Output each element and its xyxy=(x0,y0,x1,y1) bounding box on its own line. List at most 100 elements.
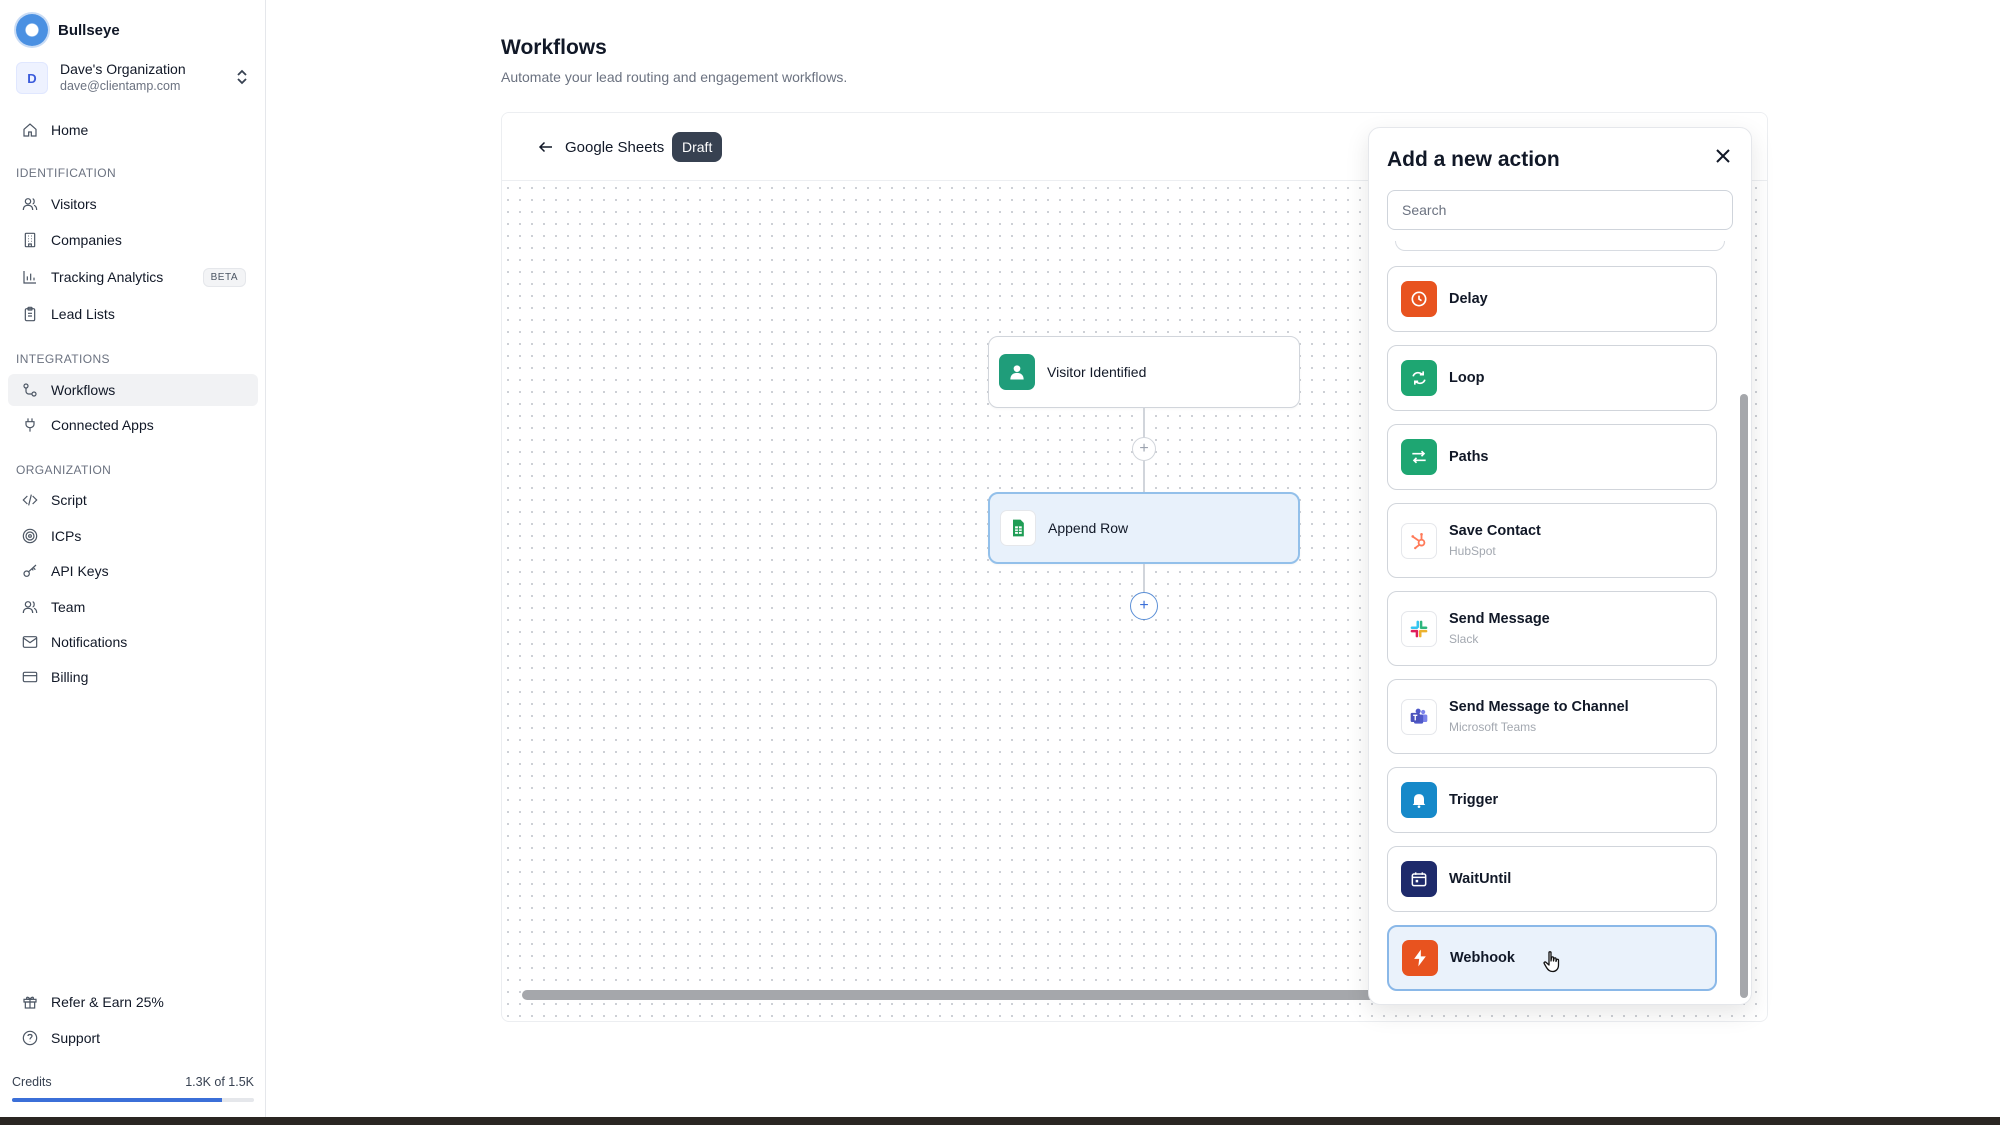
page-title: Workflows xyxy=(501,36,607,59)
users-icon xyxy=(21,195,39,213)
sidebar-item-label: Refer & Earn 25% xyxy=(51,994,164,1010)
sidebar-item-label: Workflows xyxy=(51,382,116,398)
brand-name: Bullseye xyxy=(58,21,120,39)
credits-progress-fill xyxy=(12,1098,222,1102)
sidebar-item-label: Lead Lists xyxy=(51,306,115,322)
gift-icon xyxy=(21,993,39,1011)
sidebar-item-label: Tracking Analytics xyxy=(51,269,164,285)
clock-icon xyxy=(1401,281,1437,317)
add-step-button-active[interactable]: + xyxy=(1130,592,1158,620)
action-item-waituntil[interactable]: WaitUntil xyxy=(1387,846,1717,912)
team-icon xyxy=(21,598,39,616)
help-circle-icon xyxy=(21,1029,39,1047)
sidebar: Bullseye D Dave's Organization dave@clie… xyxy=(0,0,266,1117)
action-item-trigger[interactable]: Trigger xyxy=(1387,767,1717,833)
calendar-icon xyxy=(1401,861,1437,897)
sidebar-item-team[interactable]: Team xyxy=(8,591,258,623)
sidebar-item-label: Team xyxy=(51,599,86,615)
sidebar-item-label: Companies xyxy=(51,232,122,248)
node-label: Visitor Identified xyxy=(1047,364,1147,380)
organization-switcher[interactable]: D Dave's Organization dave@clientamp.com xyxy=(16,58,248,98)
action-item-save-contact[interactable]: Save Contact HubSpot xyxy=(1387,503,1717,578)
action-item-loop[interactable]: Loop xyxy=(1387,345,1717,411)
org-name: Dave's Organization xyxy=(60,61,186,78)
building-icon xyxy=(21,231,39,249)
loop-icon xyxy=(1401,360,1437,396)
org-email: dave@clientamp.com xyxy=(60,78,181,93)
connector-line xyxy=(1143,564,1145,592)
action-label: Paths xyxy=(1449,449,1489,465)
action-list: Delay Loop Paths Save Contact HubSpot Send Me… xyxy=(1387,128,1717,1004)
action-label: Webhook xyxy=(1450,950,1515,966)
sidebar-item-connected-apps[interactable]: Connected Apps xyxy=(8,409,258,441)
sidebar-item-label: API Keys xyxy=(51,563,109,579)
page-subtitle: Automate your lead routing and engagemen… xyxy=(501,69,848,85)
node-label: Append Row xyxy=(1048,520,1129,536)
home-icon xyxy=(21,121,39,139)
sidebar-item-lead-lists[interactable]: Lead Lists xyxy=(8,298,258,330)
sidebar-item-tracking-analytics[interactable]: Tracking Analytics BETA xyxy=(8,261,258,293)
teams-icon xyxy=(1401,698,1437,735)
credits-meter: Credits 1.3K of 1.5K xyxy=(12,1075,254,1102)
sidebar-item-visitors[interactable]: Visitors xyxy=(8,188,258,220)
action-provider: HubSpot xyxy=(1449,544,1496,558)
status-badge: Draft xyxy=(672,132,723,162)
sidebar-item-script[interactable]: Script xyxy=(8,484,258,516)
action-node-append-row[interactable]: Append Row xyxy=(988,492,1300,564)
credits-value: 1.3K of 1.5K xyxy=(185,1075,254,1089)
plug-icon xyxy=(21,416,39,434)
action-label: Send Message to Channel xyxy=(1449,699,1629,715)
sidebar-item-label: Visitors xyxy=(51,196,97,212)
target-icon xyxy=(21,527,39,545)
add-action-panel: Add a new action DelayLoopPathsSave Cont… xyxy=(1368,127,1752,1005)
action-label: WaitUntil xyxy=(1449,871,1512,887)
credit-card-icon xyxy=(21,668,39,686)
sidebar-item-support[interactable]: Support xyxy=(8,1022,258,1054)
bullseye-logo-icon xyxy=(16,14,48,46)
sidebar-item-label: Notifications xyxy=(51,634,128,650)
sidebar-item-notifications[interactable]: Notifications xyxy=(8,626,258,658)
workflow-name[interactable]: Google Sheets xyxy=(565,139,664,156)
sidebar-item-label: ICPs xyxy=(51,528,82,544)
mail-icon xyxy=(21,633,39,651)
close-icon xyxy=(1716,149,1730,163)
workflow-icon xyxy=(21,381,39,399)
sidebar-item-label: Script xyxy=(51,492,87,508)
window-bottom-edge xyxy=(0,1117,2000,1125)
add-step-button[interactable]: + xyxy=(1132,437,1156,461)
sidebar-item-companies[interactable]: Companies xyxy=(8,224,258,256)
action-item-send-message-to-channel[interactable]: Send Message to Channel Microsoft Teams xyxy=(1387,679,1717,754)
sidebar-item-workflows[interactable]: Workflows xyxy=(8,374,258,406)
action-label: Save Contact xyxy=(1449,523,1541,539)
action-item-send-message[interactable]: Send Message Slack xyxy=(1387,591,1717,666)
chevrons-up-down-icon xyxy=(236,69,248,88)
back-button[interactable] xyxy=(536,137,556,157)
sidebar-item-refer[interactable]: Refer & Earn 25% xyxy=(8,986,258,1018)
sidebar-item-api-keys[interactable]: API Keys xyxy=(8,555,258,587)
credits-progress-bar xyxy=(12,1098,254,1102)
clipboard-list-icon xyxy=(21,305,39,323)
org-avatar: D xyxy=(16,62,48,94)
action-label: Delay xyxy=(1449,291,1488,307)
action-label: Send Message xyxy=(1449,611,1550,627)
vertical-scrollbar[interactable] xyxy=(1740,394,1748,998)
sidebar-item-label: Support xyxy=(51,1030,101,1046)
horizontal-scrollbar[interactable] xyxy=(522,990,1392,1000)
action-label: Trigger xyxy=(1449,792,1499,808)
beta-badge: BETA xyxy=(202,267,246,287)
action-item-paths[interactable]: Paths xyxy=(1387,424,1717,490)
action-provider: Microsoft Teams xyxy=(1449,720,1537,734)
section-label-identification: IDENTIFICATION xyxy=(16,166,117,180)
sidebar-item-home[interactable]: Home xyxy=(8,114,258,146)
slack-icon xyxy=(1401,610,1437,647)
brand[interactable]: Bullseye xyxy=(16,14,120,46)
user-icon xyxy=(999,354,1035,390)
bell-icon xyxy=(1401,782,1437,818)
sidebar-item-icps[interactable]: ICPs xyxy=(8,520,258,552)
credits-label: Credits xyxy=(12,1075,52,1089)
sidebar-item-billing[interactable]: Billing xyxy=(8,661,258,693)
google-sheets-icon xyxy=(1000,510,1036,546)
trigger-node-visitor-identified[interactable]: Visitor Identified xyxy=(988,336,1300,408)
section-label-integrations: INTEGRATIONS xyxy=(16,352,110,366)
action-item-delay[interactable]: Delay xyxy=(1387,266,1717,332)
